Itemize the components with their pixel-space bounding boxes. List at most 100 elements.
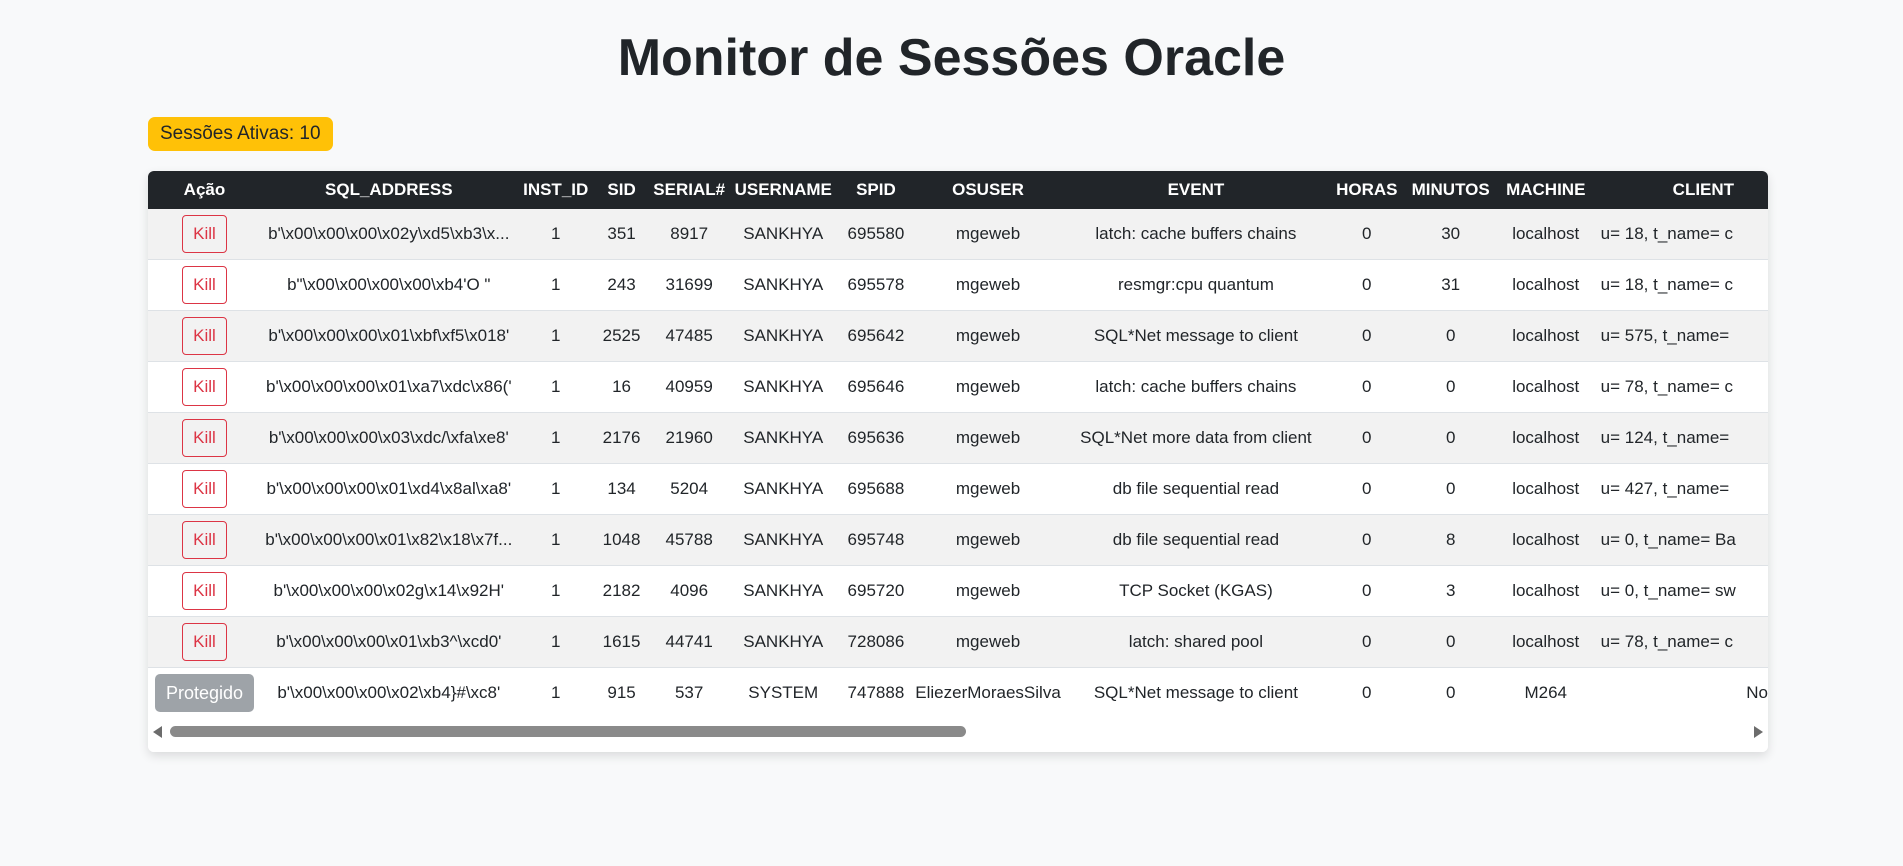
page-title: Monitor de Sessões Oracle [617,29,1286,87]
cell-event: SQL*Net more data from client [1060,412,1332,464]
cell-action: Kill [148,310,261,362]
cell-event: db file sequential read [1060,514,1332,566]
kill-button[interactable]: Kill [182,368,227,406]
table-header-row: Ação SQL_ADDRESS INST_ID SID SERIAL# USE… [148,171,1768,209]
kill-button[interactable]: Kill [182,521,227,559]
cell-serial: 4096 [648,565,730,617]
cell-event: latch: shared pool [1060,616,1332,668]
cell-osuser: mgeweb [915,463,1061,515]
cell-machine: localhost [1498,412,1593,464]
cell-sql-address: b'\x00\x00\x00\x01\xa7\xdc\x86(' [260,361,517,413]
cell-spid: 695642 [836,310,916,362]
cell-sql-address: b'\x00\x00\x00\x02g\x14\x92H' [260,565,517,617]
cell-minutos: 30 [1402,209,1499,260]
cell-osuser: mgeweb [915,616,1061,668]
cell-sql-address: b'\x00\x00\x00\x02y\xd5\xb3\x... [260,209,517,260]
cell-serial: 31699 [648,259,730,311]
cell-machine: localhost [1498,463,1593,515]
cell-machine: M264 [1498,667,1593,714]
scroll-right-arrow-icon[interactable] [1754,726,1763,738]
cell-inst-id: 1 [516,463,595,515]
table-row: Kill b'\x00\x00\x00\x01\x82\x18\x7f... 1 10… [148,514,1768,566]
cell-inst-id: 1 [516,361,595,413]
table-row: Kill b'\x00\x00\x00\x01\xa7\xdc\x86(' 1 16 4… [148,361,1768,413]
cell-horas: 0 [1331,667,1403,714]
cell-spid: 695748 [836,514,916,566]
kill-button[interactable]: Kill [182,266,227,304]
cell-action: Kill [148,209,261,260]
table-row: Kill b'\x00\x00\x00\x01\xd4\x8al\xa8' 1 134… [148,463,1768,515]
cell-minutos: 0 [1402,361,1499,413]
cell-spid: 695578 [836,259,916,311]
table-row: Protegido b'\x00\x00\x00\x02\xb4}#\xc8' 1 9… [148,667,1768,714]
cell-machine: localhost [1498,209,1593,260]
cell-username: SANKHYA [729,514,837,566]
cell-minutos: 0 [1402,463,1499,515]
cell-serial: 5204 [648,463,730,515]
cell-username: SYSTEM [729,667,837,714]
table-row: Kill b'\x00\x00\x00\x01\xbf\xf5\x018' 1 252… [148,310,1768,362]
cell-minutos: 0 [1402,667,1499,714]
cell-osuser: mgeweb [915,209,1061,260]
cell-client: u= 18, t_name= c [1592,209,1768,260]
cell-serial: 537 [648,667,730,714]
cell-spid: 695646 [836,361,916,413]
sessions-table: Ação SQL_ADDRESS INST_ID SID SERIAL# USE… [148,171,1768,714]
scroll-left-arrow-icon[interactable] [153,726,162,738]
cell-event: SQL*Net message to client [1060,667,1332,714]
header-inst-id: INST_ID [516,171,595,209]
cell-username: SANKHYA [729,565,837,617]
cell-sql-address: b"\x00\x00\x00\x00\xb4'O " [260,259,517,311]
sessions-table-viewport[interactable]: Ação SQL_ADDRESS INST_ID SID SERIAL# USE… [148,171,1768,714]
cell-serial: 44741 [648,616,730,668]
table-body: Kill b'\x00\x00\x00\x02y\xd5\xb3\x... 1 351… [148,209,1768,714]
header-acao: Ação [148,171,261,209]
cell-sid: 2525 [594,310,649,362]
cell-serial: 45788 [648,514,730,566]
horizontal-scrollbar[interactable] [148,714,1768,752]
cell-minutos: 31 [1402,259,1499,311]
table-row: Kill b'\x00\x00\x00\x01\xb3^\xcd0' 1 1615 44… [148,616,1768,668]
kill-button[interactable]: Kill [182,215,227,253]
cell-event: latch: cache buffers chains [1060,209,1332,260]
cell-action: Kill [148,259,261,311]
cell-sid: 915 [594,667,649,714]
cell-minutos: 8 [1402,514,1499,566]
cell-inst-id: 1 [516,209,595,260]
cell-spid: 747888 [836,667,916,714]
cell-osuser: mgeweb [915,310,1061,362]
cell-action: Kill [148,616,261,668]
header-osuser: OSUSER [915,171,1061,209]
cell-minutos: 0 [1402,616,1499,668]
cell-horas: 0 [1331,259,1403,311]
cell-minutos: 0 [1402,310,1499,362]
sessions-table-card: Ação SQL_ADDRESS INST_ID SID SERIAL# USE… [148,171,1768,752]
kill-button[interactable]: Kill [182,572,227,610]
cell-username: SANKHYA [729,412,837,464]
cell-spid: 695580 [836,209,916,260]
cell-sid: 134 [594,463,649,515]
cell-osuser: mgeweb [915,361,1061,413]
kill-button[interactable]: Kill [182,623,227,661]
kill-button[interactable]: Kill [182,317,227,355]
header-serial: SERIAL# [648,171,730,209]
cell-sid: 1048 [594,514,649,566]
kill-button[interactable]: Kill [182,419,227,457]
cell-sql-address: b'\x00\x00\x00\x02\xb4}#\xc8' [260,667,517,714]
cell-action: Kill [148,361,261,413]
cell-sql-address: b'\x00\x00\x00\x01\xb3^\xcd0' [260,616,517,668]
scrollbar-thumb[interactable] [170,726,966,737]
cell-sid: 1615 [594,616,649,668]
kill-button[interactable]: Kill [182,470,227,508]
cell-username: SANKHYA [729,209,837,260]
cell-username: SANKHYA [729,310,837,362]
cell-client: u= 427, t_name= [1592,463,1768,515]
cell-action: Kill [148,514,261,566]
cell-horas: 0 [1331,514,1403,566]
cell-client: u= 78, t_name= c [1592,361,1768,413]
cell-sql-address: b'\x00\x00\x00\x01\xbf\xf5\x018' [260,310,517,362]
cell-osuser: mgeweb [915,514,1061,566]
cell-horas: 0 [1331,310,1403,362]
cell-machine: localhost [1498,259,1593,311]
cell-client: u= 0, t_name= Ba [1592,514,1768,566]
